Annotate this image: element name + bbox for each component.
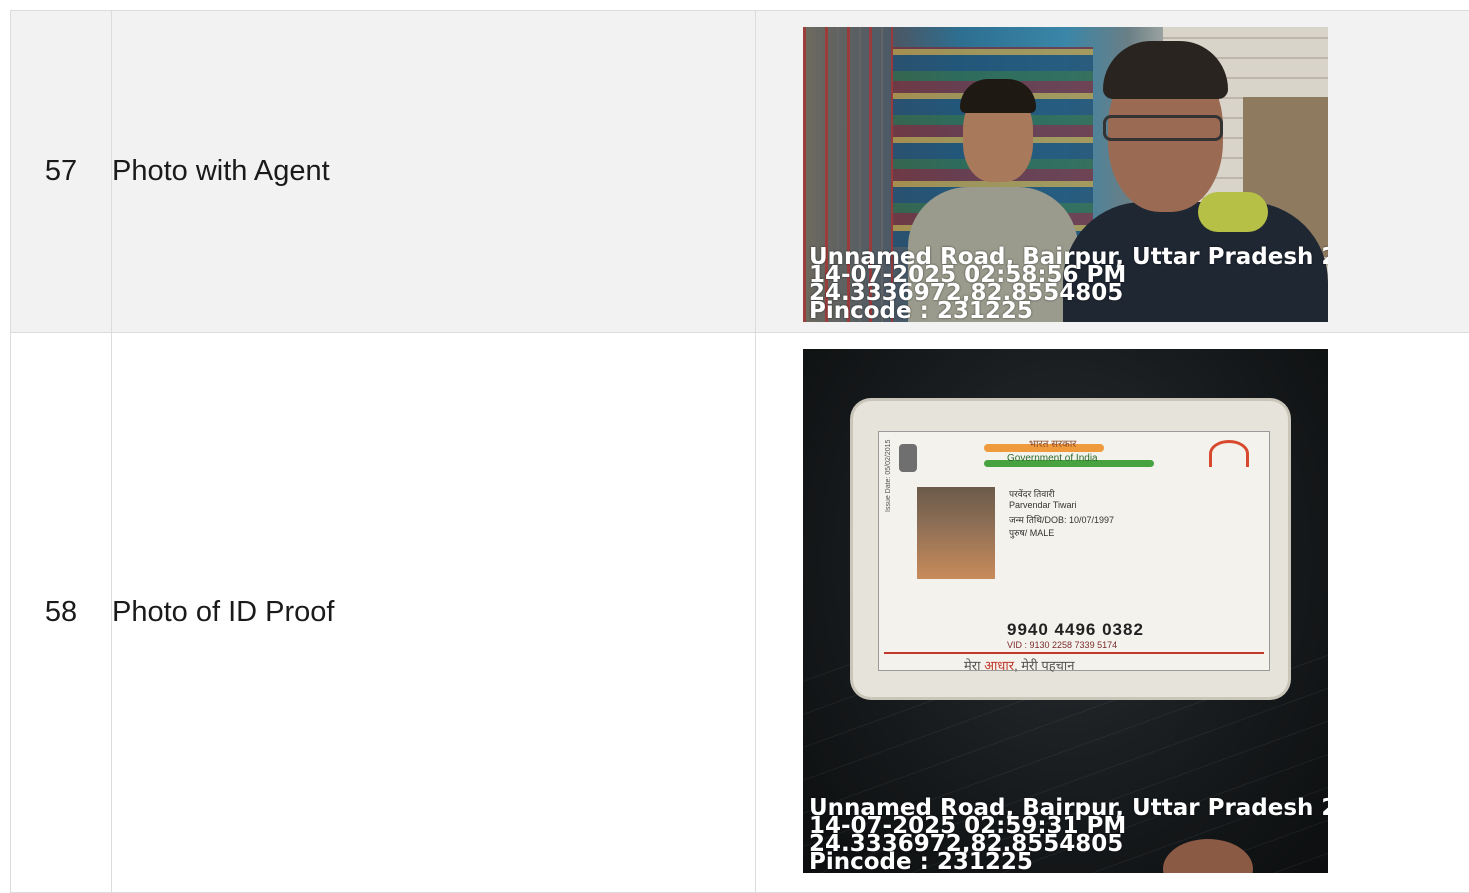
geo-stamp: Unnamed Road, Bairpur, Uttar Pradesh 231…	[809, 799, 1328, 871]
card-header-hindi: भारत सरकार	[1029, 436, 1076, 450]
slogan-highlight: आधार	[984, 658, 1014, 673]
table-row: 57 Photo with Agent	[11, 11, 1469, 333]
aadhaar-logo-icon	[1209, 440, 1249, 467]
photo-person-2-collar	[1198, 192, 1268, 232]
card-vid: VID : 9130 2258 7339 5174	[1007, 640, 1117, 650]
photo-person-2-glasses	[1103, 115, 1223, 141]
geo-stamp: Unnamed Road, Bairpur, Uttar Pradesh 231…	[809, 248, 1328, 320]
card-photo	[917, 487, 995, 579]
card-name-hindi: परवेंदर तिवारी	[1009, 487, 1055, 500]
card-red-divider	[884, 652, 1264, 654]
id-proof-photo[interactable]: भारत सरकार Government of India Issue Dat…	[803, 349, 1328, 873]
row-number: 58	[11, 333, 112, 893]
slogan-part: , मेरी पहचान	[1014, 658, 1074, 673]
national-emblem-icon	[899, 444, 917, 472]
card-dob: जन्म तिथि/DOB: 10/07/1997	[1009, 513, 1114, 526]
card-header-english: Government of India	[1007, 453, 1098, 464]
slogan-part: मेरा	[964, 658, 980, 673]
card-aadhaar-number: 9940 4496 0382	[1007, 620, 1144, 640]
row-label: Photo with Agent	[112, 11, 756, 333]
card-slogan: मेरा आधार, मेरी पहचान	[964, 656, 1074, 674]
card-issue-date: Issue Date: 05/02/2015	[885, 440, 892, 512]
table-row: 58 Photo of ID Proof भारत सरकार Governme…	[11, 333, 1469, 893]
agent-photo[interactable]: Unnamed Road, Bairpur, Uttar Pradesh 231…	[803, 27, 1328, 322]
photo-cell: Unnamed Road, Bairpur, Uttar Pradesh 231…	[756, 11, 1469, 333]
report-table: 57 Photo with Agent	[10, 10, 1469, 893]
row-label: Photo of ID Proof	[112, 333, 756, 893]
row-number: 57	[11, 11, 112, 333]
photo-person-1-hair	[960, 79, 1036, 113]
card-gender: पुरुष/ MALE	[1009, 526, 1054, 539]
photo-cell: भारत सरकार Government of India Issue Dat…	[756, 333, 1469, 893]
id-card: भारत सरकार Government of India Issue Dat…	[853, 401, 1288, 697]
card-name-english: Parvendar Tiwari	[1009, 500, 1077, 510]
id-card-inner: भारत सरकार Government of India Issue Dat…	[878, 431, 1270, 671]
